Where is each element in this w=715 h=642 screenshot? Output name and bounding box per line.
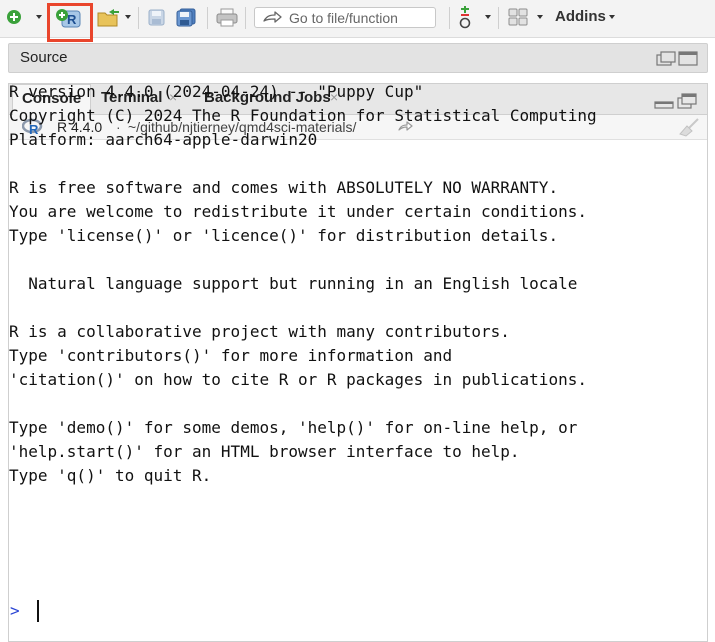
- save-icon[interactable]: [148, 9, 165, 26]
- new-file-icon[interactable]: [6, 9, 22, 25]
- toolbar-separator: [245, 7, 246, 29]
- console-line: Natural language support but running in …: [9, 274, 578, 293]
- toolbar-separator: [498, 7, 499, 29]
- console-line: Type 'q()' to quit R.: [9, 466, 212, 485]
- workspace-panes-icon[interactable]: [508, 8, 529, 27]
- highlight-box: [47, 3, 93, 42]
- version-control-dropdown-icon[interactable]: [485, 15, 491, 19]
- goto-file-function-input[interactable]: Go to file/function: [254, 7, 436, 28]
- main-toolbar: R Go to file/function Addins: [0, 0, 715, 42]
- source-pane-title: Source: [20, 49, 68, 66]
- console-output: R version 4.4.0 (2024-04-24) -- "Puppy C…: [9, 82, 699, 503]
- console-line: R is free software and comes with ABSOLU…: [9, 178, 559, 197]
- console-line: Platform: aarch64-apple-darwin20: [9, 130, 318, 149]
- new-file-dropdown-icon[interactable]: [36, 15, 42, 19]
- console-prompt: >: [10, 601, 20, 620]
- addins-menu[interactable]: Addins: [555, 8, 606, 25]
- addins-dropdown-icon[interactable]: [609, 15, 615, 19]
- console-input-caret[interactable]: [37, 600, 39, 622]
- toolbar-separator: [138, 7, 139, 29]
- console-line: R is a collaborative project with many c…: [9, 322, 510, 341]
- console-line: R version 4.4.0 (2024-04-24) -- "Puppy C…: [9, 82, 424, 101]
- save-all-icon[interactable]: [176, 8, 197, 27]
- open-folder-icon[interactable]: [97, 8, 121, 28]
- workspace-panes-dropdown-icon[interactable]: [537, 15, 543, 19]
- console-line: Type 'license()' or 'licence()' for dist…: [9, 226, 559, 245]
- print-icon[interactable]: [216, 8, 238, 27]
- version-control-icon[interactable]: [459, 6, 477, 30]
- console-line: Copyright (C) 2024 The R Foundation for …: [9, 106, 597, 125]
- toolbar-separator: [449, 7, 450, 29]
- toolbar-separator: [207, 7, 208, 29]
- console-line: You are welcome to redistribute it under…: [9, 202, 587, 221]
- source-pane: Source: [8, 43, 708, 73]
- open-file-dropdown-icon[interactable]: [125, 15, 131, 19]
- console-line: 'citation()' on how to cite R or R packa…: [9, 370, 587, 389]
- pane-restore-icon[interactable]: [656, 51, 698, 66]
- console-line: 'help.start()' for an HTML browser inter…: [9, 442, 520, 461]
- console-line: Type 'contributors()' for more informati…: [9, 346, 453, 365]
- console-line: Type 'demo()' for some demos, 'help()' f…: [9, 418, 578, 437]
- goto-arrow-icon: [263, 11, 282, 23]
- goto-placeholder: Go to file/function: [289, 10, 398, 26]
